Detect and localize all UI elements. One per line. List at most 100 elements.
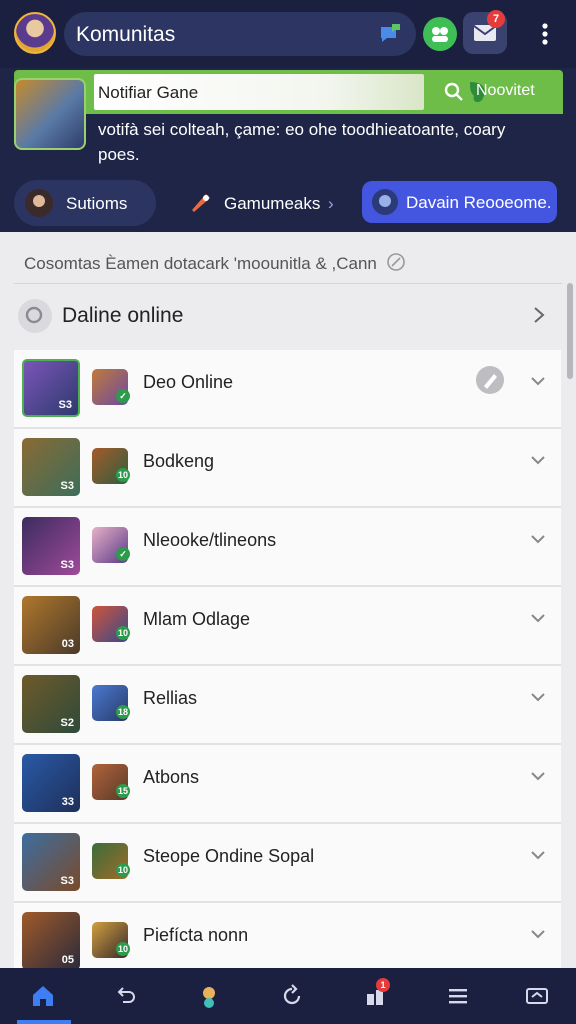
list-item[interactable]: S2 18 Rellias	[14, 666, 561, 745]
list-item[interactable]: S3 10 Steope Ondine Sopal	[14, 824, 561, 903]
game-name: Rellias	[143, 688, 198, 708]
swap-icon	[526, 988, 548, 1004]
chevron-right-icon[interactable]	[528, 304, 550, 326]
avatar-badge: 10	[116, 468, 130, 482]
nav-list[interactable]	[425, 968, 491, 1024]
chevron-down-icon[interactable]	[529, 530, 547, 548]
thumbnail-number: S3	[60, 559, 74, 571]
thumbnail-number: S3	[60, 875, 74, 887]
game-name: Steope Ondine Sopal	[143, 846, 315, 866]
player-avatar[interactable]: 10	[92, 606, 130, 642]
game-thumbnail[interactable]: 33	[22, 754, 80, 812]
avatar-badge: 15	[116, 784, 130, 798]
nav-group[interactable]	[176, 968, 242, 1024]
tab-sutioms[interactable]: Sutioms	[14, 180, 156, 226]
tab-label: Sutioms	[66, 194, 128, 213]
tab-chevron: ›	[328, 194, 334, 213]
game-thumbnail[interactable]: 05	[22, 912, 80, 970]
bottom-navigation: 1	[0, 968, 576, 1024]
page-title: Komunitas	[76, 23, 176, 46]
thumbnail-number: 05	[61, 954, 74, 966]
scrollbar[interactable]	[567, 283, 573, 379]
player-avatar[interactable]: 10	[92, 843, 130, 879]
game-name: Nleooke/tlineons	[143, 530, 277, 550]
nav-home[interactable]	[10, 968, 76, 1024]
list-item[interactable]: S3 10 Bodkeng	[14, 429, 561, 508]
chevron-down-icon[interactable]	[529, 609, 547, 627]
chevron-down-icon[interactable]	[529, 688, 547, 706]
active-tab-indicator	[17, 1020, 71, 1024]
nav-refresh[interactable]	[259, 968, 325, 1024]
globe-avatar-icon	[372, 189, 398, 215]
avatar-badge: ✓	[116, 389, 130, 403]
tab-label: Davain Reooeome.	[406, 193, 552, 212]
mail-button[interactable]: 7	[463, 10, 507, 54]
tab-label: Gamumeaks	[224, 194, 321, 213]
avatar[interactable]	[14, 12, 56, 54]
thumbnail-number: 33	[61, 796, 74, 808]
title-bar[interactable]: Komunitas	[64, 12, 416, 56]
player-avatar[interactable]: ✓	[92, 527, 130, 563]
notification-banner[interactable]: Notifiar Gane Noovitet	[14, 70, 563, 114]
tab-davain-reooeome[interactable]: Davain Reooeome.	[362, 181, 557, 223]
header: Komunitas 7 Notifiar Gane Noovitet votif…	[0, 0, 576, 232]
list-item[interactable]: 33 15 Atbons	[14, 745, 561, 824]
thumbnail-number: S3	[58, 399, 72, 411]
game-name: Mlam Odlage	[143, 609, 251, 629]
game-thumbnail[interactable]: S3	[22, 359, 80, 417]
avatar-badge: 18	[116, 705, 130, 719]
section-icon	[18, 299, 52, 333]
edit-pencil-icon[interactable]	[476, 366, 504, 394]
online-status-button[interactable]	[423, 17, 457, 51]
home-icon	[33, 986, 53, 1006]
list-item[interactable]: S3 ✓ Nleooke/tlineons	[14, 508, 561, 587]
list-icon	[449, 989, 467, 1004]
game-name: Bodkeng	[143, 451, 215, 471]
chevron-down-icon[interactable]	[529, 767, 547, 785]
game-name: Piefícta nonn	[143, 925, 249, 945]
notification-link[interactable]: Noovitet	[476, 82, 535, 100]
section-header[interactable]: Daline online	[14, 290, 562, 344]
player-avatar[interactable]: 15	[92, 764, 130, 800]
game-thumbnail[interactable]: S3	[22, 833, 80, 891]
notification-title: Notifiar Gane	[98, 83, 199, 102]
list-item[interactable]: S3 ✓ Deo Online	[14, 350, 561, 429]
player-avatar[interactable]: 10	[92, 922, 130, 958]
rocket-icon	[192, 194, 210, 212]
people-icon	[432, 27, 448, 42]
nav-swap[interactable]	[504, 968, 570, 1024]
game-thumbnail[interactable]: S2	[22, 675, 80, 733]
chevron-down-icon[interactable]	[529, 372, 547, 390]
edit-circle-icon[interactable]	[386, 252, 406, 272]
back-arrow-icon	[117, 987, 135, 1003]
notification-description: votifà sei colteah, çame: eo ohe toodhie…	[98, 120, 506, 164]
nav-back-arrow[interactable]	[93, 968, 159, 1024]
tab-gamumeaks[interactable]: Gamumeaks ›	[178, 180, 348, 226]
avatar-badge: 10	[116, 942, 130, 956]
featured-game-thumbnail[interactable]	[14, 78, 86, 150]
player-avatar[interactable]: 10	[92, 448, 130, 484]
nav-notification[interactable]: 1	[342, 968, 408, 1024]
game-thumbnail[interactable]: S3	[22, 517, 80, 575]
group-icon	[203, 987, 215, 1008]
player-avatar[interactable]: ✓	[92, 369, 130, 405]
game-thumbnail[interactable]: 03	[22, 596, 80, 654]
game-name: Atbons	[143, 767, 200, 787]
search-icon	[25, 306, 43, 324]
chevron-down-icon[interactable]	[529, 925, 547, 943]
search-icon[interactable]	[444, 82, 464, 102]
chat-bubble-icon[interactable]	[378, 22, 402, 46]
avatar-badge: 10	[116, 863, 130, 877]
avatar-badge: ✓	[116, 547, 130, 561]
refresh-icon	[283, 984, 301, 1005]
section-title: Daline online	[62, 304, 184, 327]
list-item[interactable]: 03 10 Mlam Odlage	[14, 587, 561, 666]
chevron-down-icon[interactable]	[529, 451, 547, 469]
mail-badge: 7	[487, 10, 505, 28]
chevron-down-icon[interactable]	[529, 846, 547, 864]
thumbnail-number: 03	[61, 638, 74, 650]
game-thumbnail[interactable]: S3	[22, 438, 80, 496]
game-name: Deo Online	[143, 372, 234, 392]
more-options-icon[interactable]	[532, 20, 558, 48]
player-avatar[interactable]: 18	[92, 685, 130, 721]
